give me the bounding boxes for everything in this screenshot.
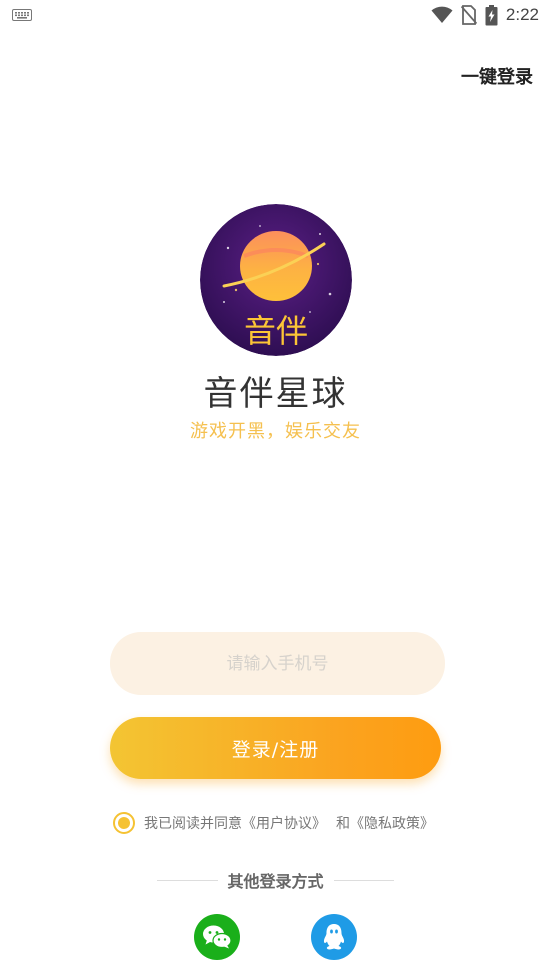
user-agreement-link[interactable]: 《用户协议》 [242,813,326,833]
agreement-conjunction: 和 [336,816,350,832]
status-icons: 2:22 [431,4,539,26]
no-sim-icon [460,5,477,25]
agreement-prefix: 我已阅读并同意 [144,816,242,832]
qq-icon [323,924,345,950]
agreement-row: 我已阅读并同意 《用户协议》 和 《隐私政策》 [113,812,434,834]
keyboard-icon [12,9,32,21]
wechat-login-button[interactable] [194,914,240,960]
battery-charging-icon [485,4,498,25]
checkbox-checked-dot [118,817,130,829]
divider-right [333,879,395,881]
quick-login-button[interactable]: 一键登录 [461,63,533,89]
other-login-divider: 其他登录方式 [157,868,395,892]
other-login-label: 其他登录方式 [227,872,324,891]
login-screen: 2:22 一键登录 音伴 音伴星球 游戏开黑，娱乐交友 请输入手机号 登录/注册… [0,0,551,980]
logo-text: 音伴 [244,312,308,350]
qq-login-button[interactable] [311,914,357,960]
status-bar: 2:22 [0,0,551,30]
login-register-button[interactable]: 登录/注册 [110,717,441,779]
wifi-icon [431,6,453,23]
agreement-checkbox[interactable] [113,812,135,834]
divider-left [157,879,218,881]
app-name: 音伴星球 [203,374,348,414]
app-logo: 音伴 [200,204,352,356]
phone-input[interactable] [110,632,445,695]
status-time: 2:22 [505,5,539,24]
privacy-policy-link[interactable]: 《隐私政策》 [350,813,434,833]
wechat-icon [203,925,232,949]
app-slogan: 游戏开黑，娱乐交友 [190,421,361,442]
